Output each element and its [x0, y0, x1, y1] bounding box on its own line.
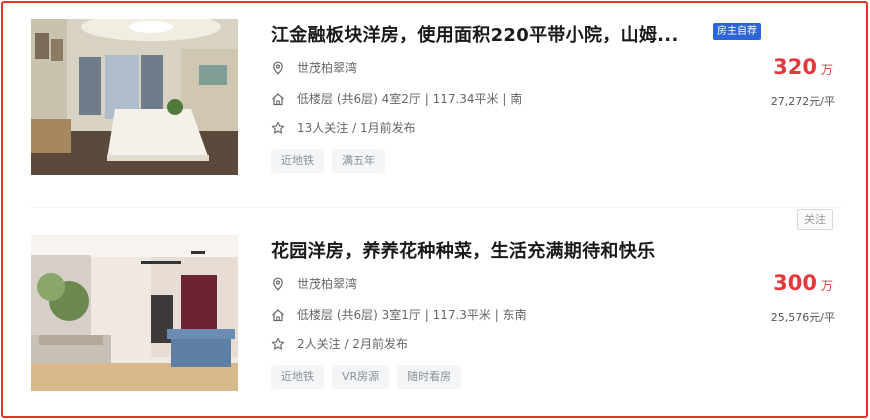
community-row: 世茂柏翠湾 — [271, 59, 357, 76]
star-icon — [271, 121, 285, 135]
follow-info-text: 13人关注 / 1月前发布 — [297, 121, 416, 135]
total-price: 320 万 — [773, 55, 833, 79]
unit-price: 25,576元/平 — [770, 311, 835, 324]
listing-card[interactable]: 江金融板块洋房，使用面积220平带小院，山姆... 房主自荐 世茂柏翠湾 低楼层… — [31, 19, 841, 179]
tag-view-anytime: 随时看房 — [397, 365, 462, 389]
tag-vr-listing: VR房源 — [332, 365, 390, 389]
follow-button[interactable]: 关注 — [797, 209, 833, 230]
community-link[interactable]: 世茂柏翠湾 — [297, 59, 357, 76]
listing-photo[interactable] — [31, 235, 238, 391]
house-info-text: 低楼层 (共6层) 3室1厅 | 117.3平米 | 东南 — [297, 308, 527, 322]
community-row: 世茂柏翠湾 — [271, 275, 357, 292]
listing-photo-image — [31, 19, 238, 175]
listing-photo-image — [31, 235, 238, 391]
listing-photo[interactable] — [31, 19, 238, 175]
community-link[interactable]: 世茂柏翠湾 — [297, 275, 357, 292]
house-icon — [271, 308, 285, 322]
owner-recommend-badge: 房主自荐 — [713, 23, 761, 40]
total-price-value: 300 — [773, 271, 817, 295]
tag-five-years: 满五年 — [332, 149, 385, 173]
listing-card[interactable]: 关注 花园洋房，养养花种种菜，生活充满期待和快乐 世茂柏翠湾 低楼层 (共6层)… — [31, 209, 841, 395]
follow-info-row: 13人关注 / 1月前发布 — [271, 119, 416, 136]
location-pin-icon — [271, 277, 285, 291]
house-info-row: 低楼层 (共6层) 4室2厅 | 117.34平米 | 南 — [271, 90, 522, 107]
house-info-row: 低楼层 (共6层) 3室1厅 | 117.3平米 | 东南 — [271, 306, 527, 323]
listing-panel: 江金融板块洋房，使用面积220平带小院，山姆... 房主自荐 世茂柏翠湾 低楼层… — [1, 1, 868, 418]
follow-info-row: 2人关注 / 2月前发布 — [271, 335, 408, 352]
total-price-value: 320 — [773, 55, 817, 79]
location-pin-icon — [271, 61, 285, 75]
follow-info-text: 2人关注 / 2月前发布 — [297, 337, 408, 351]
house-icon — [271, 92, 285, 106]
total-price: 300 万 — [773, 271, 833, 295]
unit-price: 27,272元/平 — [770, 95, 835, 108]
listing-title[interactable]: 花园洋房，养养花种种菜，生活充满期待和快乐 — [271, 237, 655, 263]
tag-list: 近地铁 VR房源 随时看房 — [271, 365, 462, 389]
tag-list: 近地铁 满五年 — [271, 149, 385, 173]
total-price-unit: 万 — [820, 279, 833, 293]
house-info-text: 低楼层 (共6层) 4室2厅 | 117.34平米 | 南 — [297, 92, 523, 106]
tag-near-subway: 近地铁 — [271, 365, 324, 389]
total-price-unit: 万 — [820, 63, 833, 77]
star-icon — [271, 337, 285, 351]
tag-near-subway: 近地铁 — [271, 149, 324, 173]
listing-divider — [31, 207, 841, 208]
listing-title[interactable]: 江金融板块洋房，使用面积220平带小院，山姆... — [271, 21, 679, 47]
